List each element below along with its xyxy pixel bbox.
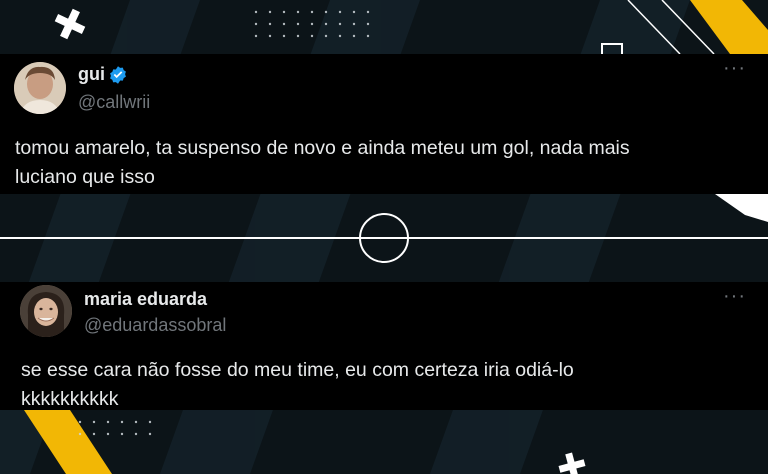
tweet-text: tomou amarelo, ta suspenso de novo e ain… [15,134,630,192]
tweet-text-line: se esse cara não fosse do meu time, eu c… [21,359,574,381]
avatar[interactable] [14,62,66,114]
avatar[interactable] [20,285,72,337]
more-options-icon[interactable]: ··· [723,58,746,78]
display-name[interactable]: maria eduarda [84,289,207,310]
username-handle[interactable]: @callwrii [78,92,150,113]
verified-badge-icon [110,66,126,84]
tweet-text-line: tomou amarelo, ta suspenso de novo e ain… [15,137,630,159]
tweet-card[interactable]: gui @callwrii ··· tomou amarelo, ta susp… [0,54,768,194]
tweet-card[interactable]: maria eduarda @eduardassobral ··· se ess… [0,282,768,410]
more-options-icon[interactable]: ··· [723,286,746,306]
tweet-text-line: luciano que isso [15,166,155,188]
username-handle[interactable]: @eduardassobral [84,315,226,336]
tweet-text: se esse cara não fosse do meu time, eu c… [21,356,574,414]
display-name[interactable]: gui [78,64,105,85]
tweet-text-line: kkkkkkkkkk [21,388,119,410]
